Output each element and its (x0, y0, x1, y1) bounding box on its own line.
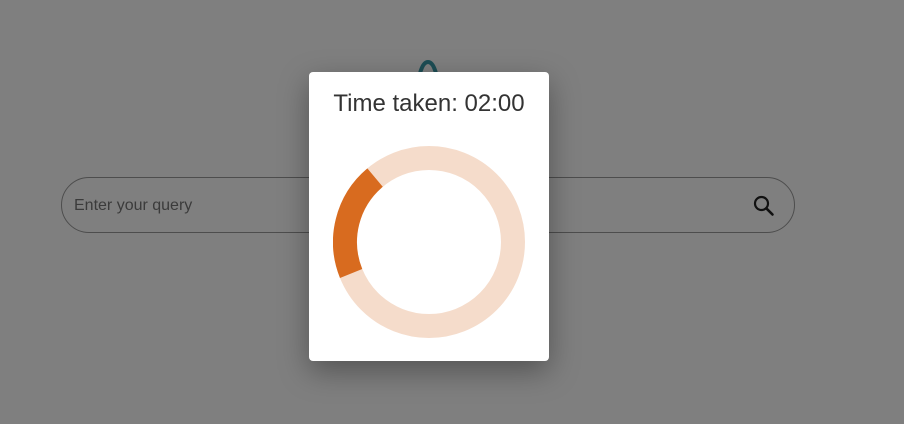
timer-dialog: Time taken: 02:00 (309, 72, 549, 361)
progress-ring (333, 146, 525, 338)
time-taken-label: Time taken: 02:00 (333, 90, 525, 117)
page: Time taken: 02:00 (0, 0, 904, 424)
